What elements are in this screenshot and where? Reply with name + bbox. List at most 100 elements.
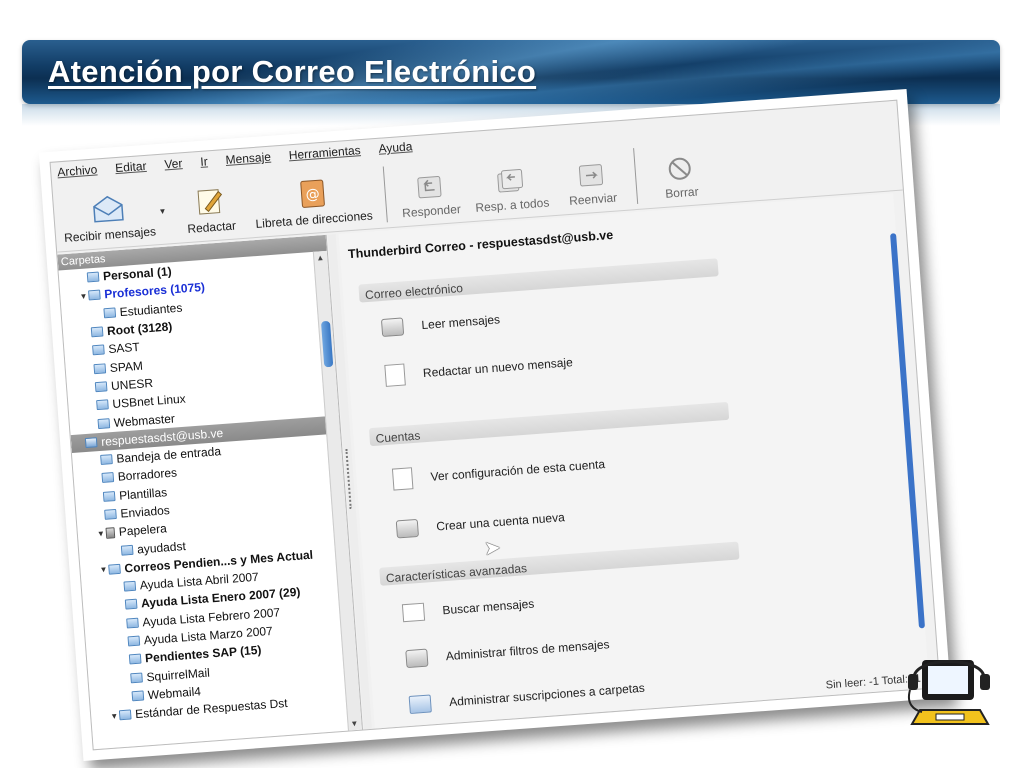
subscriptions-label: Administrar suscripciones a carpetas [448, 680, 646, 710]
helpdesk-computer-icon [908, 660, 990, 725]
twisty-icon[interactable]: ▼ [98, 565, 109, 575]
delete-button[interactable]: Borrar [649, 154, 713, 208]
menu-ver[interactable]: Ver [164, 156, 183, 171]
folder-label: Webmaster [113, 410, 176, 430]
folder-icon [124, 599, 138, 611]
get-mail-dropdown-icon[interactable]: ▼ [158, 207, 167, 217]
reply-all-icon [497, 168, 524, 193]
reply-label: Responder [401, 201, 462, 221]
subscriptions-icon [408, 694, 432, 715]
get-mail-label: Recibir mensajes [63, 224, 157, 246]
search-messages-link[interactable]: Buscar mensajes [401, 595, 535, 623]
scroll-down-icon[interactable]: ▼ [350, 719, 359, 729]
content-scrollbar[interactable] [890, 233, 926, 629]
compose-link[interactable]: Redactar un nuevo mensaje [384, 351, 573, 387]
twisty-icon[interactable]: ▼ [96, 529, 107, 539]
folder-icon [93, 362, 107, 374]
forward-label: Reenviar [568, 190, 618, 208]
twisty-icon[interactable]: ▼ [78, 291, 89, 301]
subscriptions-link[interactable]: Administrar suscripciones a carpetas [408, 679, 646, 715]
compose-label: Redactar [186, 218, 237, 236]
folder-label: Plantillas [118, 484, 168, 503]
address-book-button[interactable]: @ Libreta de direcciones [253, 175, 374, 237]
folder-icon [88, 290, 101, 301]
new-account-link[interactable]: Crear una cuenta nueva [395, 508, 566, 539]
reply-icon [417, 176, 442, 199]
scroll-up-icon[interactable]: ▲ [316, 253, 325, 263]
new-account-icon [395, 518, 419, 539]
mouse-pointer-icon: ➤ [483, 536, 502, 561]
twisty-icon[interactable]: ▼ [109, 711, 120, 721]
folder-label: SAST [107, 340, 141, 357]
filters-link[interactable]: Administrar filtros de mensajes [405, 635, 610, 669]
splitter-grip[interactable] [345, 448, 353, 509]
account-settings-label: Ver configuración de esta cuenta [430, 457, 606, 484]
thunderbird-window: Archivo Editar Ver Ir Mensaje Herramient… [49, 99, 941, 751]
reply-all-button[interactable]: Resp. a todos [473, 166, 551, 221]
read-mail-link[interactable]: Leer mensajes [380, 310, 501, 338]
address-book-icon: @ [299, 179, 325, 208]
folder-label: Enviados [119, 503, 171, 521]
menu-mensaje[interactable]: Mensaje [225, 150, 271, 167]
folder-icon [108, 563, 121, 575]
folder-icon [90, 326, 104, 338]
folder-label: SPAM [109, 358, 144, 375]
account-title: Thunderbird Correo - respuestasdst@usb.v… [347, 227, 614, 262]
address-book-label: Libreta de direcciones [255, 208, 374, 231]
svg-text:@: @ [305, 186, 320, 203]
read-mail-label: Leer mensajes [420, 312, 501, 333]
folder-icon [127, 635, 141, 647]
compose-button[interactable]: Redactar [179, 184, 243, 242]
get-mail-button[interactable]: Recibir mensajes [61, 190, 157, 251]
screenshot-photo: Archivo Editar Ver Ir Mensaje Herramient… [38, 88, 952, 762]
folder-label: Webmail4 [147, 684, 202, 703]
folder-label: Papelera [118, 521, 168, 540]
account-settings-icon [391, 467, 414, 491]
folder-icon [94, 381, 108, 393]
folder-label: Borradores [117, 465, 178, 485]
menu-archivo[interactable]: Archivo [57, 162, 98, 179]
menu-editar[interactable]: Editar [115, 159, 147, 175]
forward-button[interactable]: Reenviar [561, 160, 625, 214]
menu-herramientas[interactable]: Herramientas [288, 143, 361, 162]
slide-title: Atención por Correo Electrónico [48, 54, 537, 89]
reply-button[interactable]: Responder [399, 172, 463, 226]
account-central: Thunderbird Correo - respuestasdst@usb.v… [338, 193, 930, 729]
forward-icon [579, 164, 604, 187]
folder-icon [104, 508, 117, 520]
get-mail-icon [93, 195, 124, 223]
account-settings-link[interactable]: Ver configuración de esta cuenta [391, 453, 606, 491]
filters-label: Administrar filtros de mensajes [445, 637, 610, 664]
folder-label: ayudadst [136, 538, 187, 557]
folder-icon [92, 344, 105, 356]
compose-icon [197, 189, 223, 215]
menu-ir[interactable]: Ir [200, 154, 208, 169]
filters-icon [405, 648, 429, 669]
folder-icon [96, 399, 109, 411]
account-icon [84, 437, 98, 448]
folder-pane: Carpetas Personal (1) ▼ Profesores (1075) E… [57, 234, 363, 750]
folder-scroll-thumb[interactable] [320, 320, 334, 368]
menu-ayuda[interactable]: Ayuda [378, 139, 413, 155]
folder-icon [131, 690, 145, 702]
compose-link-label: Redactar un nuevo mensaje [422, 355, 574, 381]
folder-icon [86, 271, 100, 283]
